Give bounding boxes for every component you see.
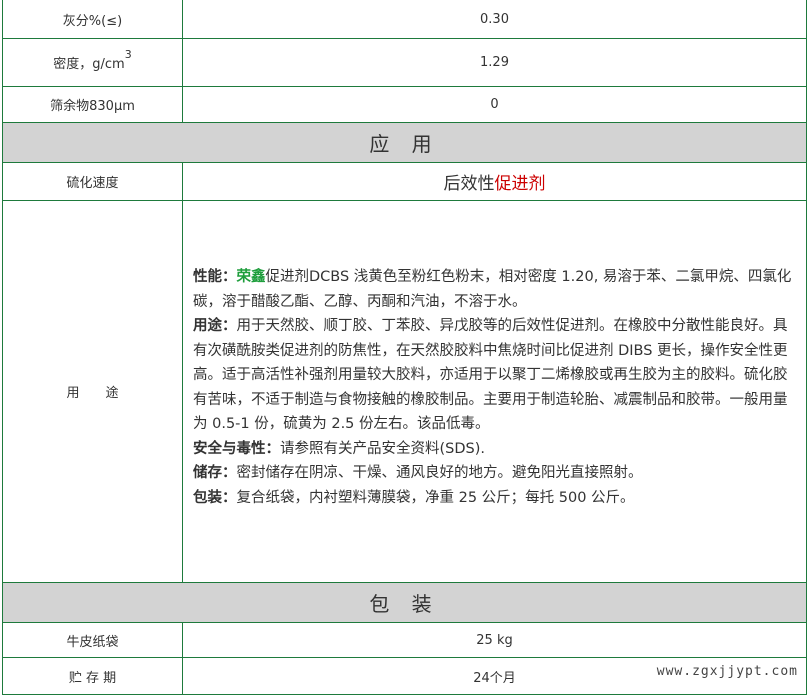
- usage-paragraph: 包装：复合纸袋，内衬塑料薄膜袋，净重 25 公斤；每托 500 公斤。: [193, 489, 635, 506]
- row-label: 灰分%(≤): [3, 0, 183, 38]
- table-row: 硫化速度 后效性 促进剂: [2, 163, 807, 201]
- row-value: 0: [490, 97, 499, 112]
- density-label: 密度，g/cm: [53, 57, 125, 72]
- usage-paragraph: 性能：荣鑫促进剂DCBS 浅黄色至粉红色粉末，相对密度 1.20, 易溶于苯、二…: [193, 269, 792, 310]
- row-label: 贮 存 期: [3, 658, 183, 694]
- section-header-application: 应 用: [2, 123, 807, 163]
- watermark: www.zgxjjypt.com: [654, 664, 800, 679]
- table-row: 牛皮纸袋 25 kg: [2, 623, 807, 658]
- usage-paragraph: 安全与毒性：请参照有关产品安全资料(SDS).: [193, 440, 485, 457]
- row-label: 筛余物830μm: [3, 87, 183, 122]
- vulcanization-value-a: 后效性: [443, 174, 495, 194]
- vulcanization-value-b: 促进剂: [494, 174, 546, 194]
- table-row: 灰分%(≤) 0.30: [2, 0, 807, 39]
- row-value: 1.29: [480, 55, 509, 70]
- table-row: 密度，g/cm 3 1.29: [2, 39, 807, 87]
- density-superscript: 3: [124, 48, 132, 61]
- usage-paragraph: 用途：用于天然胶、顺丁胶、丁苯胶、异戊胶等的后效性促进剂。在橡胶中分散性能良好。…: [193, 318, 788, 432]
- row-label: 用 途: [3, 201, 183, 582]
- row-label: 牛皮纸袋: [3, 623, 183, 657]
- usage-paragraph: 储存：密封储存在阴凉、干燥、通风良好的地方。避免阳光直接照射。: [193, 465, 643, 481]
- row-value: 25 kg: [476, 632, 513, 648]
- usage-description: 性能：荣鑫促进剂DCBS 浅黄色至粉红色粉末，相对密度 1.20, 易溶于苯、二…: [193, 265, 793, 510]
- table-row: 筛余物830μm 0: [2, 87, 807, 123]
- row-value: 后效性 促进剂: [183, 163, 806, 200]
- row-value: 0.30: [480, 11, 509, 27]
- brand-name: 荣鑫: [236, 269, 266, 285]
- row-label: 硫化速度: [3, 163, 183, 200]
- usage-row: 用 途 性能：荣鑫促进剂DCBS 浅黄色至粉红色粉末，相对密度 1.20, 易溶…: [2, 201, 807, 583]
- row-label: 密度，g/cm 3: [3, 39, 183, 86]
- section-header-packaging: 包 装: [2, 583, 807, 623]
